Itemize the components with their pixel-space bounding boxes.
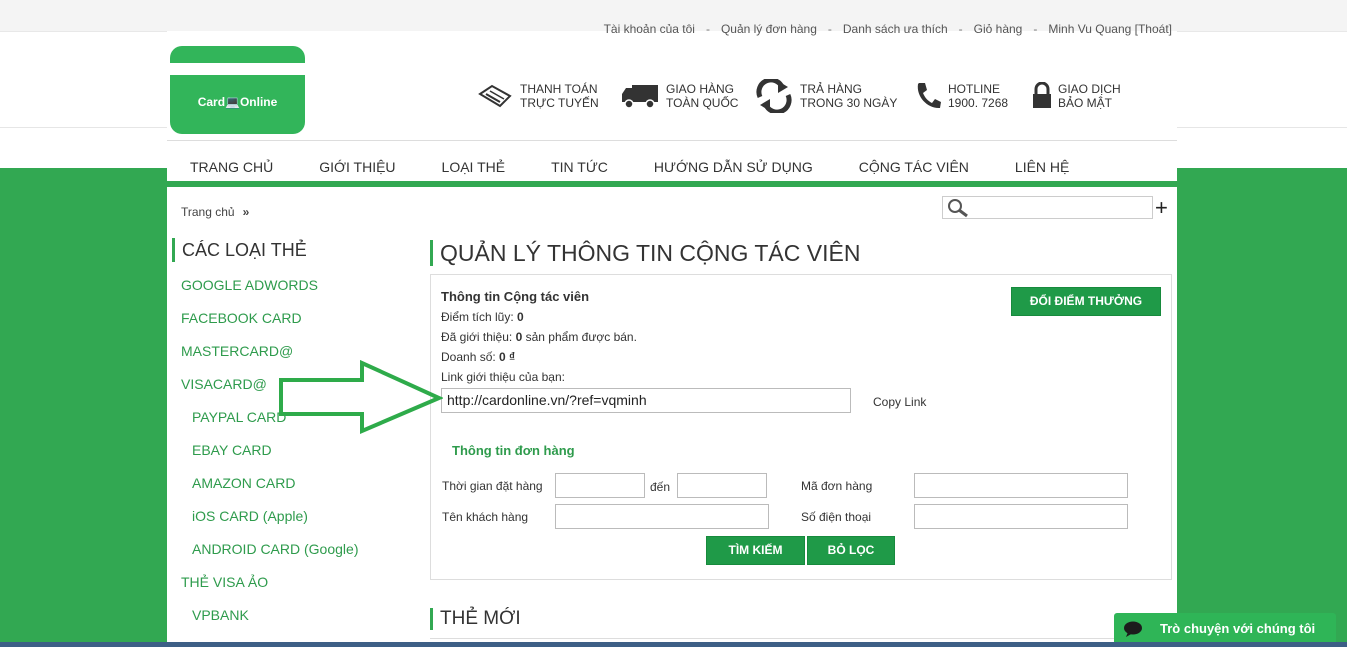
order-code-input[interactable]: [914, 473, 1128, 498]
cart-link[interactable]: Giỏ hàng: [974, 22, 1023, 36]
logo-text: Card💻Online: [197, 95, 278, 109]
sidebar-item-ebay-card[interactable]: EBAY CARD: [192, 442, 272, 458]
points-row: Điểm tích lũy: 0: [441, 310, 524, 324]
annotation-arrow-icon: [279, 360, 443, 435]
search-button[interactable]: TÌM KIẾM: [706, 536, 805, 565]
feature-line1: GIAO DỊCH: [1058, 82, 1121, 96]
customer-name-input[interactable]: [555, 504, 769, 529]
feature-line1: HOTLINE: [948, 82, 1001, 96]
feature-online-payment: THANH TOÁN TRỰC TUYẾN: [478, 76, 599, 116]
lock-icon: [1033, 82, 1051, 108]
referred-value: 0: [515, 330, 523, 344]
top-links: Tài khoản của tôi - Quản lý đơn hàng - Dan…: [604, 22, 1172, 36]
user-logout-link[interactable]: Minh Vu Quang [Thoát]: [1048, 22, 1172, 36]
sidebar-item-ios-card[interactable]: iOS CARD (Apple): [192, 508, 308, 524]
sidebar-title: CÁC LOẠI THẺ: [172, 238, 307, 262]
copy-link-button[interactable]: Copy Link: [873, 395, 926, 409]
sales-value: 0 ₫: [499, 350, 516, 364]
phone-input[interactable]: [914, 504, 1128, 529]
customer-name-label: Tên khách hàng: [442, 510, 529, 524]
ref-link-label: Link giới thiệu của bạn:: [441, 370, 565, 384]
phone-label: Số điện thoại: [801, 510, 872, 524]
sidebar-item-visacard[interactable]: VISACARD@: [181, 376, 267, 392]
truck-icon: [622, 85, 658, 109]
referred-suffix: sản phẩm được bán.: [525, 330, 637, 344]
sidebar-item-vpbank[interactable]: VPBANK: [192, 607, 249, 623]
feature-line2: TRONG 30 NGÀY: [800, 96, 898, 110]
feature-line2: 1900. 7268: [948, 96, 1009, 110]
referred-row: Đã giới thiệu: 0 sản phẩm được bán.: [441, 330, 637, 344]
breadcrumb-home-link[interactable]: Trang chủ: [181, 205, 235, 219]
points-value: 0: [517, 310, 524, 324]
feature-hotline: HOTLINE 1900. 7268: [914, 76, 1008, 116]
feature-line2: TRỰC TUYẾN: [520, 96, 599, 110]
feature-line2: TOÀN QUỐC: [666, 96, 739, 110]
affiliate-info-panel: [430, 274, 1172, 580]
referred-label: Đã giới thiệu:: [441, 330, 513, 344]
feature-line2: BẢO MẬT: [1058, 96, 1113, 110]
nav-item-affiliate[interactable]: CỘNG TÁC VIÊN: [859, 147, 969, 175]
plus-icon[interactable]: +: [1155, 197, 1168, 219]
sidebar-item-paypal-card[interactable]: PAYPAL CARD: [192, 409, 286, 425]
feature-secure: GIAO DỊCH BẢO MẬT: [1032, 76, 1121, 116]
feature-line1: GIAO HÀNG: [666, 82, 735, 96]
new-cards-divider: [430, 638, 1172, 639]
orders-title: Thông tin đơn hàng: [452, 443, 575, 458]
sales-row: Doanh số: 0 ₫: [441, 350, 515, 364]
ref-link-input[interactable]: http://cardonline.vn/?ref=vqminh: [441, 388, 851, 413]
feature-delivery: GIAO HÀNG TOÀN QUỐC: [620, 76, 738, 116]
affiliate-info-title: Thông tin Cộng tác viên: [441, 289, 590, 304]
order-date-from-input[interactable]: [555, 473, 645, 498]
nav-item-guide[interactable]: HƯỚNG DẪN SỬ DỤNG: [654, 147, 813, 175]
feature-line1: THANH TOÁN: [520, 82, 598, 96]
wishlist-link[interactable]: Danh sách ưa thích: [843, 22, 948, 36]
search-icon[interactable]: [947, 198, 969, 218]
my-account-link[interactable]: Tài khoản của tôi: [604, 22, 695, 36]
sidebar-item-facebook-card[interactable]: FACEBOOK CARD: [181, 310, 302, 326]
separator: -: [1033, 22, 1038, 36]
phone-icon: [917, 83, 941, 109]
feature-line1: TRẢ HÀNG: [800, 82, 863, 96]
order-date-to-input[interactable]: [677, 473, 767, 498]
to-label: đến: [650, 480, 671, 494]
sidebar-item-mastercard[interactable]: MASTERCARD@: [181, 343, 293, 359]
sidebar-item-amazon-card[interactable]: AMAZON CARD: [192, 475, 295, 491]
return-arrows-icon: [756, 79, 792, 113]
nav-item-contact[interactable]: LIÊN HỆ: [1015, 147, 1069, 175]
chat-label: Trò chuyện với chúng tôi: [1160, 621, 1316, 636]
feature-returns: TRẢ HÀNG TRONG 30 NGÀY: [754, 76, 897, 116]
nav-item-about[interactable]: GIỚI THIỆU: [319, 147, 395, 175]
separator: -: [827, 22, 832, 36]
page-title: QUẢN LÝ THÔNG TIN CỘNG TÁC VIÊN: [430, 240, 860, 266]
separator: -: [705, 22, 710, 36]
chat-widget[interactable]: Trò chuyện với chúng tôi: [1114, 613, 1336, 644]
order-management-link[interactable]: Quản lý đơn hàng: [721, 22, 817, 36]
breadcrumb-separator: »: [242, 205, 250, 219]
hand-card-icon: [478, 84, 512, 108]
search-input[interactable]: [942, 196, 1153, 219]
sidebar-item-google-adwords[interactable]: GOOGLE ADWORDS: [181, 277, 318, 293]
order-time-label: Thời gian đặt hàng: [442, 479, 543, 493]
new-cards-title: THẺ MỚI: [430, 608, 521, 630]
nav-item-home[interactable]: TRANG CHỦ: [190, 147, 273, 175]
separator: -: [958, 22, 963, 36]
main-nav: TRANG CHỦ GIỚI THIỆU LOẠI THẺ TIN TỨC HƯ…: [167, 140, 1177, 187]
points-label: Điểm tích lũy:: [441, 310, 514, 324]
clear-filter-button[interactable]: BỎ LỌC: [807, 536, 895, 565]
sales-label: Doanh số:: [441, 350, 496, 364]
chat-bubble-icon: [1124, 621, 1142, 637]
sidebar-item-android-card[interactable]: ANDROID CARD (Google): [192, 541, 358, 557]
nav-item-news[interactable]: TIN TỨC: [551, 147, 608, 175]
site-logo[interactable]: Card💻Online: [170, 46, 305, 134]
order-code-label: Mã đơn hàng: [801, 479, 873, 493]
sidebar-item-virtual-visa[interactable]: THẺ VISA ẢO: [181, 574, 268, 590]
logo-stripe: [170, 63, 305, 75]
redeem-points-button[interactable]: ĐỔI ĐIỂM THƯỞNG: [1011, 287, 1161, 316]
nav-item-card-types[interactable]: LOẠI THẺ: [442, 147, 506, 175]
os-taskbar: [0, 642, 1347, 647]
breadcrumb: Trang chủ »: [181, 205, 249, 219]
